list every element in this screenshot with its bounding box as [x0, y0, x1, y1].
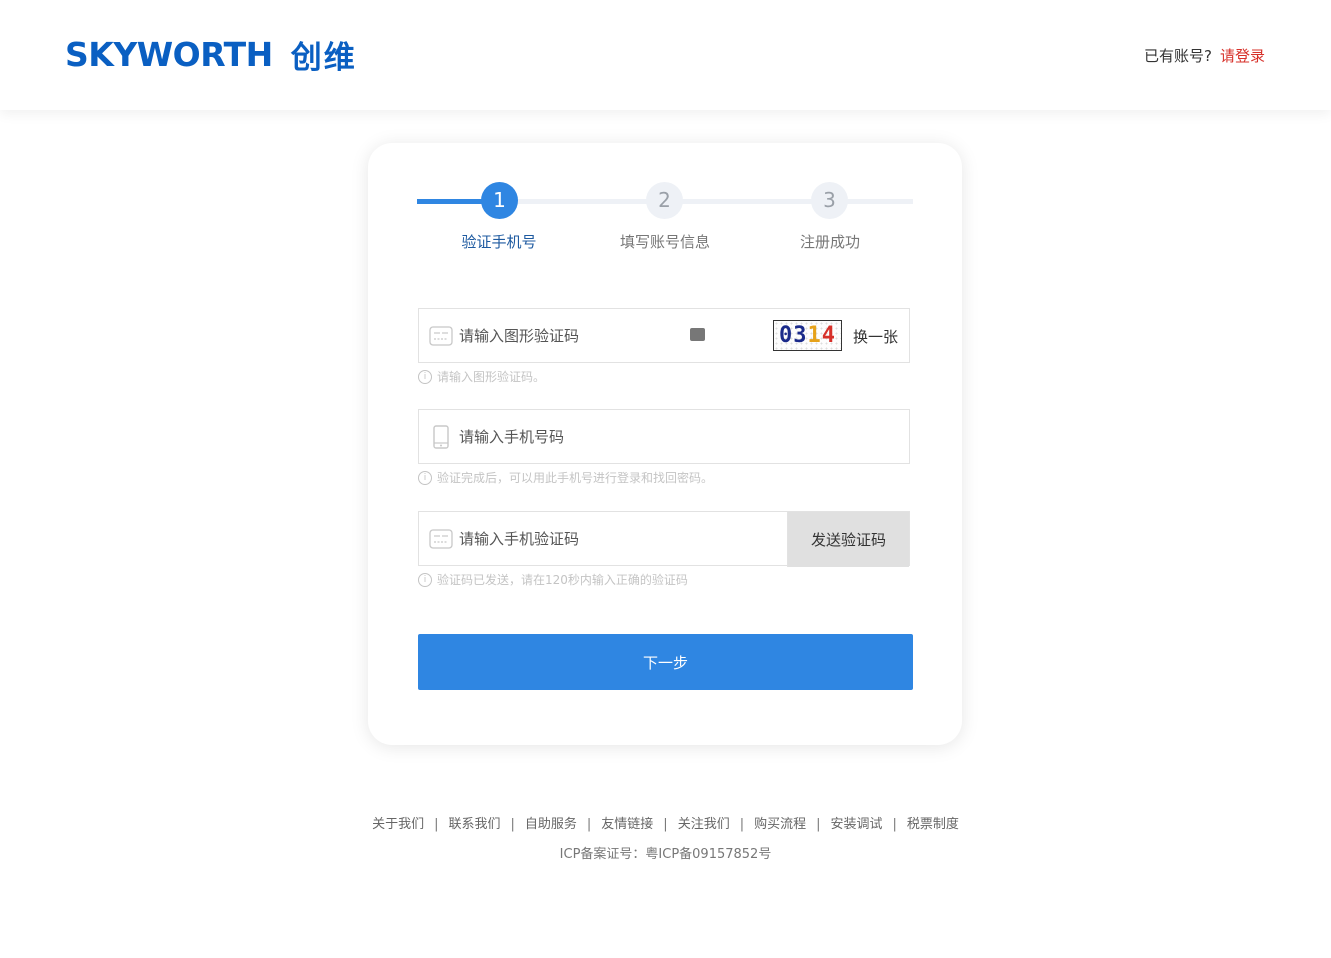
password-manager-icon[interactable] [690, 328, 705, 341]
footer-link[interactable]: 友情链接 [601, 817, 653, 832]
captcha-hint-text: 请输入图形验证码。 [437, 370, 546, 384]
footer-link[interactable]: 安装调试 [831, 817, 883, 832]
login-prompt: 已有账号? 请登录 [1144, 45, 1265, 66]
footer-link[interactable]: 联系我们 [448, 817, 500, 832]
footer-separator: | [816, 817, 821, 832]
captcha-char: 1 [807, 323, 822, 348]
login-link[interactable]: 请登录 [1220, 47, 1265, 65]
register-card: 1 2 3 验证手机号 填写账号信息 注册成功 0314 换一张 i 请输入图形… [368, 143, 962, 745]
logo-text-cn: 创维 [290, 40, 357, 76]
captcha-char: 4 [821, 323, 836, 348]
step-1-label: 验证手机号 [461, 233, 537, 251]
footer-separator: | [739, 817, 745, 832]
phone-input[interactable] [459, 410, 899, 463]
captcha-code: 0314 [779, 323, 836, 348]
footer-separator: | [510, 817, 515, 832]
sms-code-input[interactable] [459, 512, 779, 565]
next-step-button[interactable]: 下一步 [418, 634, 913, 690]
icp-record: ICP备案证号：粤ICP备09157852号 [559, 847, 772, 862]
sms-hint-text: 验证码已发送，请在120秒内输入正确的验证码 [437, 573, 688, 587]
captcha-image[interactable]: 0314 [773, 320, 842, 351]
captcha-field: 0314 换一张 [418, 308, 910, 363]
info-icon: i [418, 369, 432, 384]
header: SKYWORTH 创维 已有账号? 请登录 [0, 0, 1331, 110]
footer-links: 关于我们 | 联系我们 | 自助服务 | 友情链接 | 关注我们 | 购买流程 | 安装调试 | 税票制度 [0, 813, 1331, 832]
sms-hint: i 验证码已发送，请在120秒内输入正确的验证码 [418, 571, 688, 588]
captcha-hint: i 请输入图形验证码。 [418, 368, 545, 385]
info-icon: i [418, 470, 432, 485]
footer-link[interactable]: 自助服务 [525, 817, 577, 832]
send-code-button[interactable]: 发送验证码 [787, 512, 909, 567]
step-1-circle: 1 [481, 182, 518, 219]
step-2-circle: 2 [646, 182, 683, 219]
phone-field [418, 409, 910, 464]
have-account-text: 已有账号? [1144, 47, 1212, 65]
captcha-refresh-link[interactable]: 换一张 [853, 326, 898, 347]
info-icon: i [418, 572, 432, 587]
footer-separator: | [892, 817, 897, 832]
footer-separator: | [663, 817, 668, 832]
captcha-char: 0 [779, 323, 794, 348]
footer-link[interactable]: 关于我们 [372, 817, 424, 832]
sms-code-field: 发送验证码 [418, 511, 910, 567]
footer-link[interactable]: 购买流程 [754, 817, 806, 832]
step-3-circle: 3 [811, 182, 848, 219]
skyworth-logo[interactable]: SKYWORTH 创维 [65, 32, 357, 77]
captcha-input[interactable] [459, 309, 679, 362]
logo-text-en: SKYWORTH [65, 35, 273, 74]
footer-separator: | [434, 817, 439, 832]
step-3-label: 注册成功 [799, 233, 860, 251]
step-2-label: 填写账号信息 [619, 233, 710, 251]
footer-separator: | [586, 817, 592, 832]
captcha-char: 3 [793, 323, 808, 348]
footer-link[interactable]: 税票制度 [907, 817, 959, 832]
sms-code-icon [429, 529, 453, 549]
phone-hint-text: 验证完成后，可以用此手机号进行登录和找回密码。 [437, 471, 714, 485]
phone-hint: i 验证完成后，可以用此手机号进行登录和找回密码。 [418, 469, 713, 486]
footer-link[interactable]: 关注我们 [678, 817, 730, 832]
captcha-icon [429, 326, 453, 346]
mobile-phone-icon [433, 425, 449, 449]
